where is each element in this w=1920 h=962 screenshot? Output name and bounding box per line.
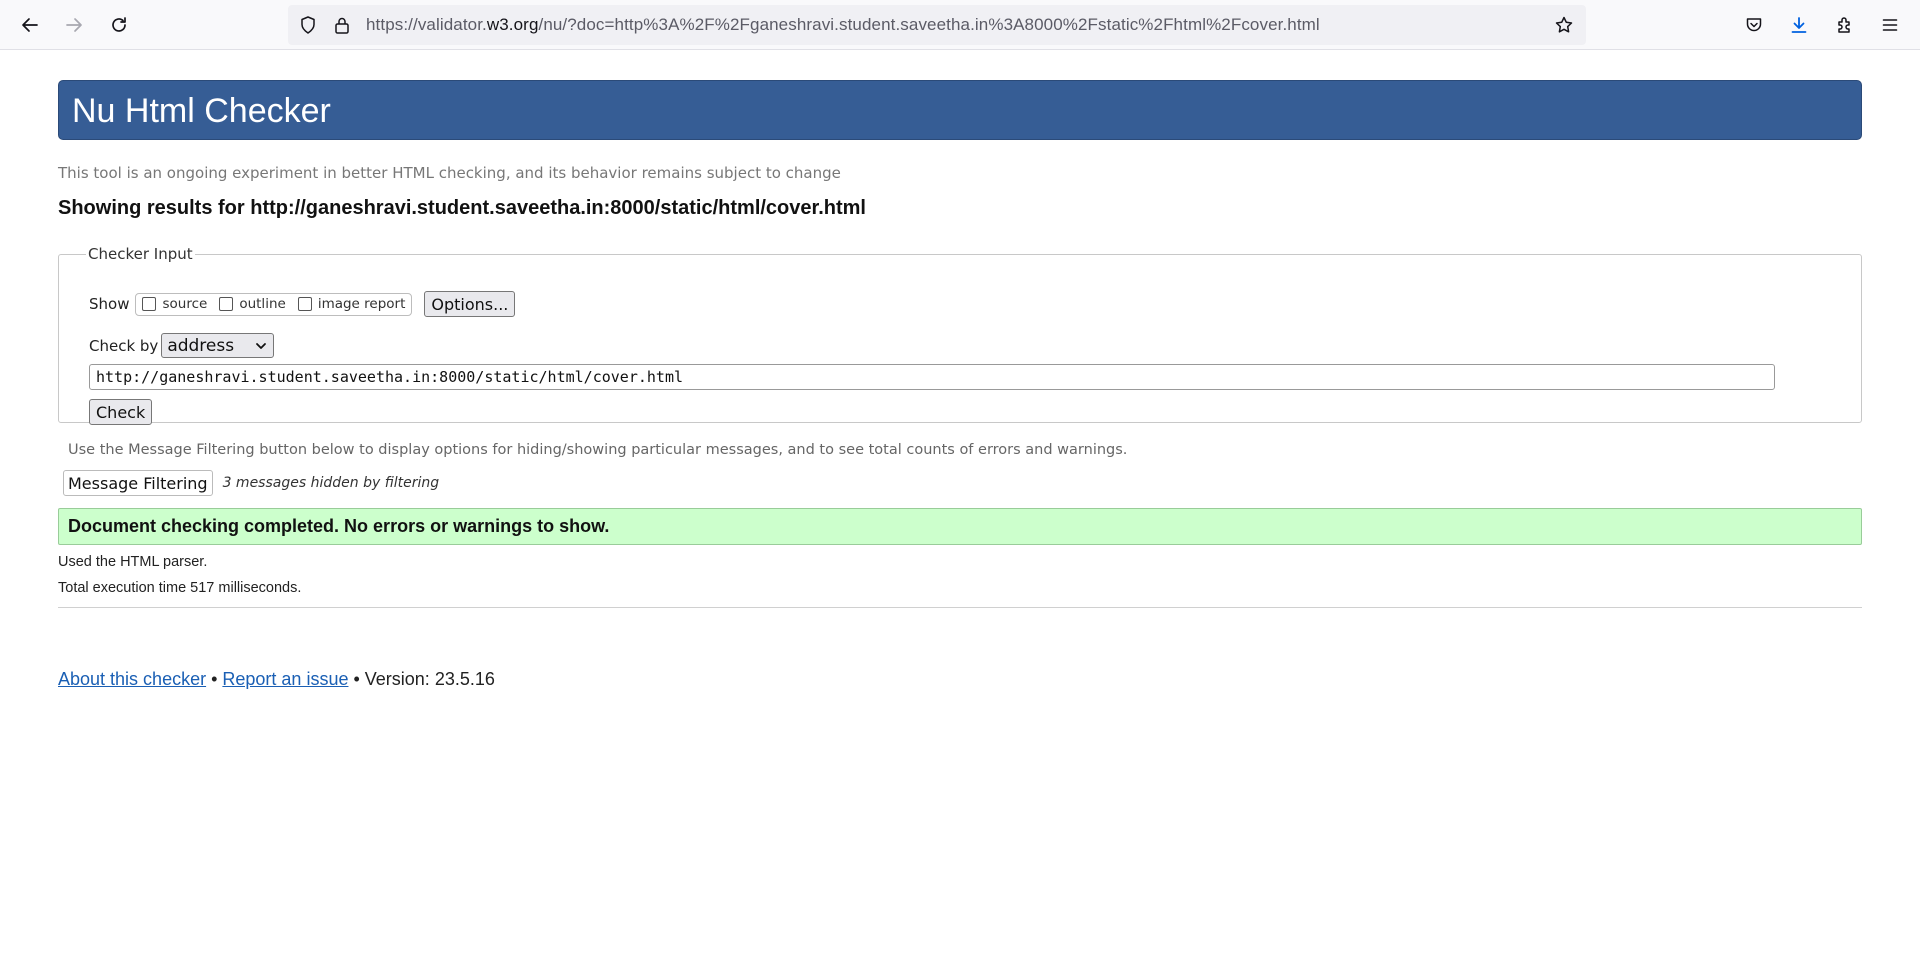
show-options-row: Show source outline image report Options… bbox=[89, 291, 516, 317]
checker-input-fieldset: Checker Input Show source outline image … bbox=[58, 245, 1862, 425]
showing-results-heading: Showing results for http://ganeshravi.st… bbox=[58, 197, 866, 219]
image-report-checkbox[interactable]: image report bbox=[297, 296, 406, 312]
url-domain: w3.org bbox=[486, 15, 539, 34]
about-checker-link[interactable]: About this checker bbox=[58, 669, 206, 689]
show-label: Show bbox=[89, 295, 130, 313]
address-bar[interactable]: https://validator.w3.org/nu/?doc=http%3A… bbox=[288, 5, 1586, 45]
back-icon[interactable] bbox=[12, 7, 48, 43]
checkbox-box[interactable] bbox=[219, 297, 234, 311]
checkbox-label: image report bbox=[317, 296, 406, 312]
checkbox-label: source bbox=[162, 296, 208, 312]
page-title: Nu Html Checker bbox=[72, 92, 331, 130]
source-checkbox[interactable]: source bbox=[142, 296, 207, 312]
filtering-row: Message Filtering 3 messages hidden by f… bbox=[63, 470, 439, 496]
check-by-label: Check by bbox=[89, 336, 159, 355]
bookmark-star-icon[interactable] bbox=[1554, 15, 1574, 35]
options-button[interactable]: Options... bbox=[424, 291, 516, 317]
shield-icon[interactable] bbox=[298, 15, 318, 35]
forward-icon[interactable] bbox=[56, 7, 92, 43]
filtering-note: Use the Message Filtering button below t… bbox=[68, 442, 1128, 458]
report-issue-link[interactable]: Report an issue bbox=[222, 669, 348, 689]
version-text: • Version: 23.5.16 bbox=[348, 669, 495, 689]
pocket-icon[interactable] bbox=[1736, 7, 1772, 43]
parser-info: Used the HTML parser. bbox=[58, 554, 208, 570]
check-by-row: Check by address bbox=[89, 333, 275, 358]
footer-separator: • bbox=[206, 669, 223, 689]
chevron-down-icon bbox=[256, 342, 267, 349]
check-by-value: address bbox=[167, 335, 235, 356]
title-banner: Nu Html Checker bbox=[58, 80, 1862, 140]
checker-input-legend: Checker Input bbox=[88, 245, 193, 263]
reload-icon[interactable] bbox=[101, 7, 137, 43]
url-prefix: https://validator. bbox=[366, 15, 487, 34]
checkbox-label: outline bbox=[239, 296, 286, 312]
url-suffix: /nu/?doc=http%3A%2F%2Fganeshravi.student… bbox=[538, 15, 1320, 34]
download-icon[interactable] bbox=[1781, 7, 1817, 43]
show-options-group: source outline image report bbox=[135, 292, 413, 316]
hidden-messages-count: 3 messages hidden by filtering bbox=[222, 475, 440, 491]
check-by-select[interactable]: address bbox=[161, 333, 275, 358]
check-button[interactable]: Check bbox=[89, 399, 153, 425]
checkbox-box[interactable] bbox=[142, 297, 157, 311]
browser-toolbar: https://validator.w3.org/nu/?doc=http%3A… bbox=[0, 0, 1920, 50]
page-subtitle: This tool is an ongoing experiment in be… bbox=[58, 164, 841, 182]
message-filtering-button[interactable]: Message Filtering bbox=[63, 470, 213, 496]
url-text[interactable]: https://validator.w3.org/nu/?doc=http%3A… bbox=[366, 15, 1320, 35]
menu-icon[interactable] bbox=[1872, 7, 1908, 43]
success-message: Document checking completed. No errors o… bbox=[58, 508, 1862, 545]
divider bbox=[58, 607, 1862, 608]
outline-checkbox[interactable]: outline bbox=[219, 296, 286, 312]
checkbox-box[interactable] bbox=[297, 297, 312, 311]
footer: About this checker • Report an issue • V… bbox=[58, 669, 495, 690]
document-url-input[interactable]: http://ganeshravi.student.saveetha.in:80… bbox=[89, 364, 1775, 390]
lock-icon[interactable] bbox=[332, 15, 352, 35]
execution-time: Total execution time 517 milliseconds. bbox=[58, 580, 302, 596]
extensions-icon[interactable] bbox=[1827, 7, 1863, 43]
